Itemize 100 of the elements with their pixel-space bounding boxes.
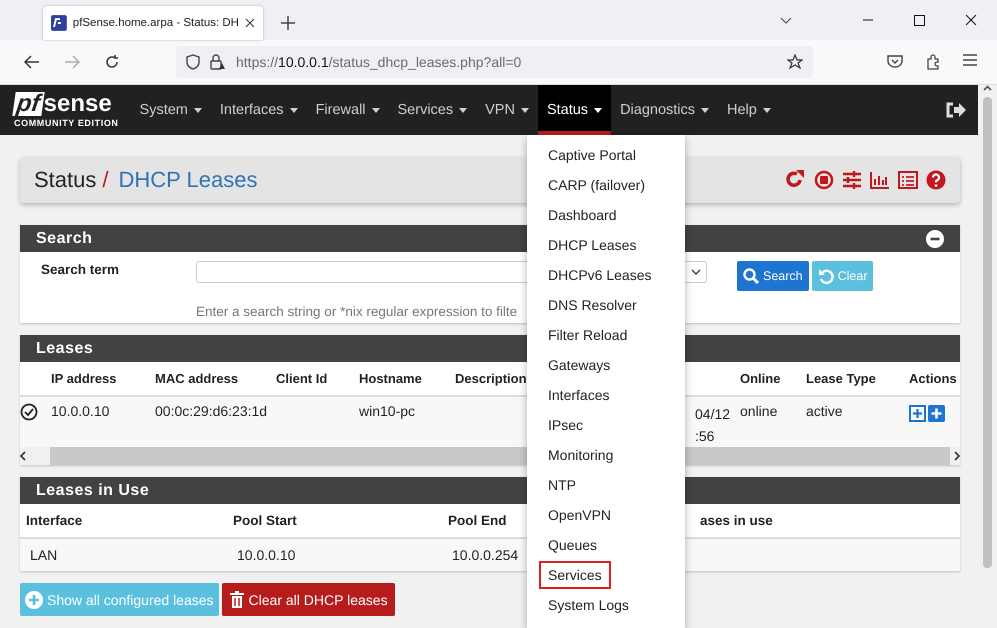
panel-title: Leases [36,340,94,358]
menu-item[interactable]: CARP (failover) [527,170,685,200]
reload-icon[interactable] [104,54,120,70]
scroll-left-icon[interactable] [20,451,26,461]
breadcrumb-current[interactable]: DHCP Leases [118,167,258,193]
nav-menu-item[interactable]: System [130,85,211,135]
breadcrumb-parent: Status [34,167,96,193]
chart-icon[interactable] [870,171,890,189]
table-cell-text: win10-pc [358,403,416,419]
scroll-right-icon[interactable] [954,451,960,461]
menu-item[interactable]: Filter Reload [527,320,685,350]
menu-item[interactable]: Monitoring [527,440,685,470]
close-icon[interactable] [965,14,977,26]
breadcrumb-separator: / [102,167,108,193]
table-cell-text: 10.0.0.10 [236,547,296,563]
column-header: Lease Type [805,371,877,386]
column-header: Interface [25,513,84,528]
scroll-up-icon[interactable] [983,85,992,91]
pocket-icon[interactable] [887,54,903,68]
caret-icon [520,108,529,112]
column-header: Pool End [447,513,508,528]
url-text: https://10.0.0.1/status_dhcp_leases.php?all=0 [236,54,522,70]
table-cell-text: active [805,403,844,419]
clear-leases-button[interactable]: Clear all DHCP leases [222,583,395,616]
nav-menu-item[interactable]: Diagnostics [611,85,718,135]
site-icon [51,15,67,31]
new-tab-icon[interactable] [281,16,295,30]
menu-item[interactable]: Queues [527,530,685,560]
browser-tab[interactable]: pfSense.home.arpa - Status: DH [43,6,263,40]
menu-item[interactable]: Captive Portal [527,140,685,170]
tab-title: pfSense.home.arpa - Status: DH [72,17,239,29]
column-header: IP address [50,371,118,386]
menu-item[interactable]: System Logs [527,590,685,620]
address-bar[interactable]: https://10.0.0.1/status_dhcp_leases.php?all=0 [176,46,813,78]
caret-icon [194,108,202,112]
trash-icon [228,590,245,608]
column-header: ases in use [699,513,774,528]
add-static-icon[interactable] [909,405,926,422]
check-circle-icon [20,403,38,421]
search-button[interactable]: Search [737,261,809,291]
nav-menu-item[interactable]: Help [718,85,780,135]
nav-menu-item[interactable]: Firewall [306,85,389,135]
collapse-icon[interactable] [926,230,944,248]
caret-icon [459,108,468,112]
search-icon [743,268,759,284]
nav-menu-item[interactable]: Services [388,85,476,135]
column-header: Actions [908,371,958,386]
nav-menu-item[interactable]: Status [538,85,612,135]
extensions-icon[interactable] [925,54,941,70]
help-text: Enter a search string or *nix regular expression to filte [196,304,518,319]
table-cell-text: LAN [29,547,58,563]
nav-menu-item[interactable]: VPN [476,85,538,135]
caret-icon [372,108,380,112]
table-cell-text: online [739,403,778,419]
help-icon[interactable] [926,170,946,190]
field-label: Search term [41,262,120,277]
log-list-icon[interactable] [898,171,918,189]
tab-list-icon[interactable] [780,16,792,24]
caret-icon [594,108,602,112]
menu-icon[interactable] [963,54,977,66]
logout-icon[interactable] [946,102,966,118]
menu-item[interactable]: DNS Resolver [527,290,685,320]
caret-icon [701,108,710,112]
column-header: Hostname [358,371,423,386]
star-icon[interactable] [787,54,803,70]
menu-item[interactable]: IPsec [527,410,685,440]
sliders-icon[interactable] [842,171,862,189]
column-header: Pool Start [232,513,298,528]
menu-item[interactable]: Gateways [527,350,685,380]
lock-warning-icon [210,54,226,70]
table-cell-text: 10.0.0.10 [50,403,110,419]
panel-title: Leases in Use [36,482,150,500]
back-icon[interactable] [24,55,40,69]
panel-title: Search [36,230,92,248]
table-cell-text: 04/12 :56 [694,405,732,446]
add-icon[interactable] [928,405,945,422]
column-header: Description [454,371,528,386]
menu-item[interactable]: DHCP Leases [527,230,685,260]
nav-menu-item[interactable]: Interfaces [210,85,307,135]
table-cell-text: 10.0.0.254 [451,547,520,563]
menu-item[interactable]: Dashboard [527,200,685,230]
shield-icon [186,54,200,70]
menu-item[interactable]: DHCPv6 Leases [527,260,685,290]
close-icon[interactable] [245,18,255,28]
column-header: Client Id [275,371,328,386]
plus-circle-icon [25,590,43,608]
menu-item[interactable]: NTP [527,470,685,500]
undo-icon [818,268,834,284]
chevron-icon [690,269,700,275]
table-cell-text: 00:0c:29:d6:23:1d [154,403,268,419]
column-header: Online [739,371,782,386]
caret-icon [762,108,771,112]
pfsense-logo[interactable]: pfsense COMMUNITY EDITION [14,85,119,135]
stop-icon[interactable] [814,170,834,190]
maximize-icon[interactable] [914,14,925,26]
refresh-icon[interactable] [784,170,806,190]
menu-item[interactable]: OpenVPN [527,500,685,530]
menu-item[interactable]: Services [527,560,685,590]
column-header: MAC address [154,371,240,386]
menu-item[interactable]: Interfaces [527,380,685,410]
